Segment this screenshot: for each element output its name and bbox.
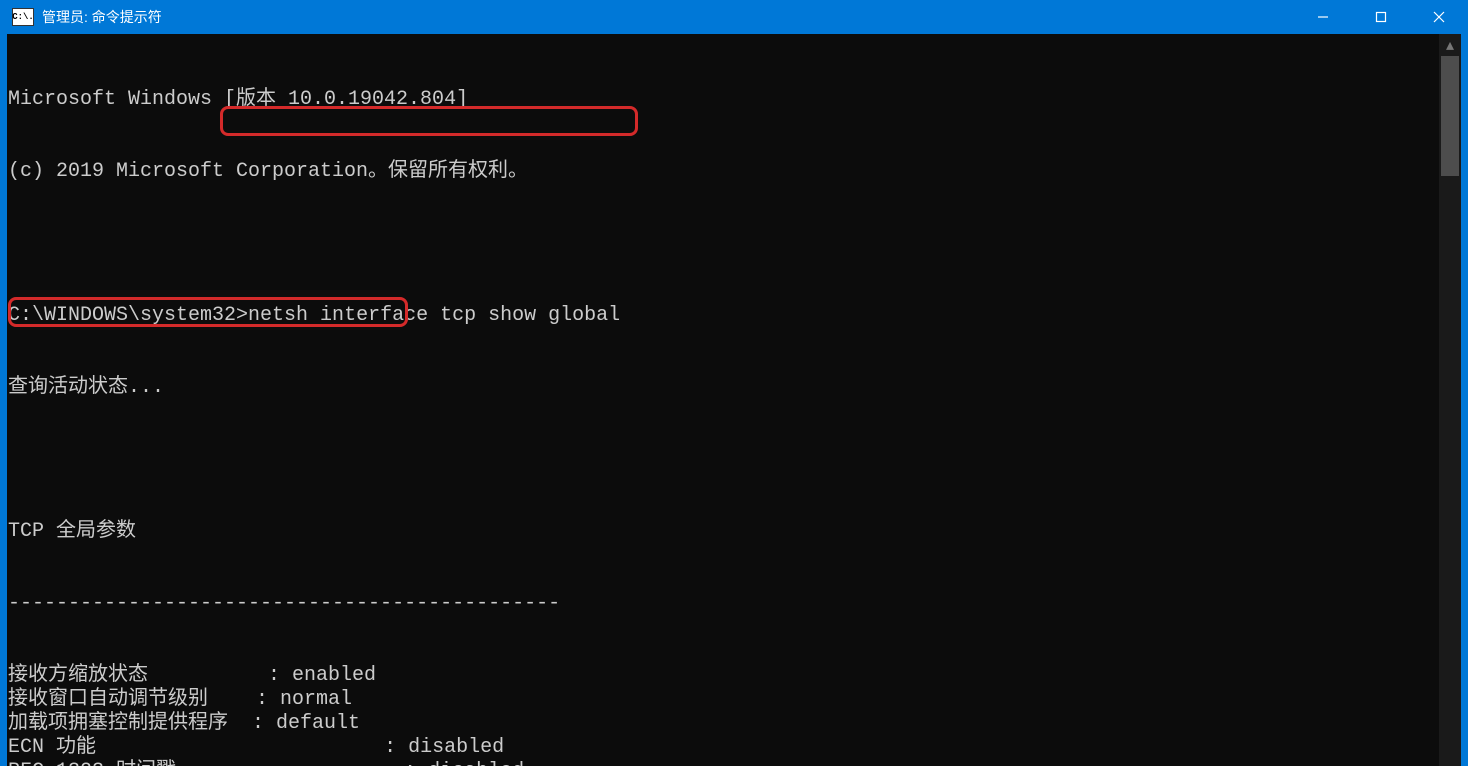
cmd-icon: C:\. bbox=[12, 8, 34, 26]
client-area: Microsoft Windows [版本 10.0.19042.804] (c… bbox=[7, 34, 1461, 766]
terminal[interactable]: Microsoft Windows [版本 10.0.19042.804] (c… bbox=[7, 34, 1439, 766]
blank-line bbox=[8, 448, 1431, 472]
scrollbar-thumb[interactable] bbox=[1441, 56, 1459, 176]
section-title: TCP 全局参数 bbox=[8, 520, 1431, 544]
query-status-line: 查询活动状态... bbox=[8, 376, 1431, 400]
param-value: : normal bbox=[256, 688, 352, 711]
prompt-line-1: C:\WINDOWS\system32>netsh interface tcp … bbox=[8, 304, 1431, 328]
param-pad bbox=[176, 760, 404, 766]
param-row: 接收方缩放状态 : enabled bbox=[8, 664, 1431, 688]
param-value: : enabled bbox=[268, 664, 376, 687]
prompt-command: netsh interface tcp show global bbox=[248, 304, 620, 327]
param-label: 加载项拥塞控制提供程序 bbox=[8, 712, 228, 735]
maximize-button[interactable] bbox=[1352, 0, 1410, 34]
scroll-up-button[interactable]: ▴ bbox=[1439, 34, 1461, 56]
param-pad bbox=[96, 736, 384, 759]
param-value: : disabled bbox=[384, 736, 504, 759]
chevron-up-icon: ▴ bbox=[1446, 35, 1454, 55]
window: C:\. 管理员: 命令提示符 Microsoft Windows [版本 10… bbox=[0, 0, 1468, 766]
window-title: 管理员: 命令提示符 bbox=[42, 7, 162, 27]
prompt-path: C:\WINDOWS\system32> bbox=[8, 304, 248, 327]
param-pad bbox=[228, 712, 252, 735]
param-pad bbox=[208, 688, 256, 711]
titlebar[interactable]: C:\. 管理员: 命令提示符 bbox=[0, 0, 1468, 34]
scrollbar-track[interactable] bbox=[1439, 56, 1461, 766]
blank-line bbox=[8, 232, 1431, 256]
param-label: 接收方缩放状态 bbox=[8, 664, 148, 687]
copyright-line: (c) 2019 Microsoft Corporation。保留所有权利。 bbox=[8, 160, 1431, 184]
minimize-button[interactable] bbox=[1294, 0, 1352, 34]
param-row: 加载项拥塞控制提供程序 : default bbox=[8, 712, 1431, 736]
param-row: RFC 1323 时间戳 : disabled bbox=[8, 760, 1431, 766]
param-pad bbox=[148, 664, 268, 687]
param-value: : disabled bbox=[404, 760, 524, 766]
separator-line: ----------------------------------------… bbox=[8, 592, 1431, 616]
param-label: ECN 功能 bbox=[8, 736, 96, 759]
param-label: 接收窗口自动调节级别 bbox=[8, 688, 208, 711]
param-label: RFC 1323 时间戳 bbox=[8, 760, 176, 766]
version-line: Microsoft Windows [版本 10.0.19042.804] bbox=[8, 88, 1431, 112]
param-value: : default bbox=[252, 712, 360, 735]
param-row: ECN 功能 : disabled bbox=[8, 736, 1431, 760]
param-row: 接收窗口自动调节级别 : normal bbox=[8, 688, 1431, 712]
close-button[interactable] bbox=[1410, 0, 1468, 34]
scrollbar[interactable]: ▴ ▾ bbox=[1439, 34, 1461, 766]
maximize-icon bbox=[1375, 11, 1387, 23]
close-icon bbox=[1433, 11, 1445, 23]
minimize-icon bbox=[1317, 11, 1329, 23]
